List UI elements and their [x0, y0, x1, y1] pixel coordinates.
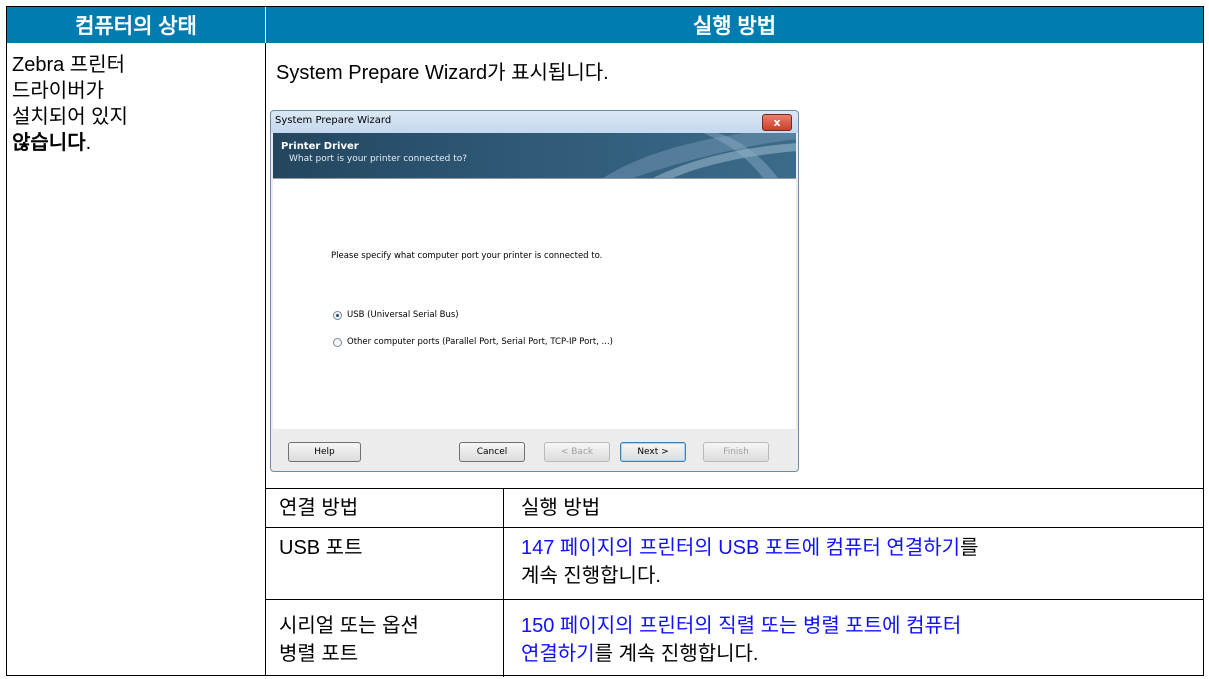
next-button[interactable]: Next > [620, 442, 686, 462]
inner-row-divider [265, 527, 1204, 528]
radio-unselected-icon[interactable] [333, 337, 342, 347]
header-action: 실행 방법 [266, 7, 1203, 43]
inner-row-divider [265, 599, 1204, 600]
help-button[interactable]: Help [288, 442, 361, 462]
inner-header-action: 실행 방법 [521, 497, 601, 519]
computer-status-cell: Zebra 프린터 드라이버가 설치되어 있지 않습니다. [12, 52, 242, 156]
serial-parallel-link-line1[interactable]: 150 페이지의 프린터의 직렬 또는 병렬 포트에 컴퓨터 [521, 615, 961, 637]
usb-port-link-suffix: 를 [960, 537, 979, 559]
serial-parallel-method-line2: 병렬 포트 [279, 643, 359, 665]
other-ports-option[interactable]: Other computer ports (Parallel Port, Ser… [333, 337, 613, 347]
banner-title: Printer Driver [281, 141, 359, 152]
serial-parallel-method: 시리얼 또는 옵션 병렬 포트 [279, 612, 419, 668]
finish-button[interactable]: Finish [703, 442, 769, 462]
wizard-body [273, 178, 796, 429]
wizard-title: System Prepare Wizard [275, 115, 392, 126]
other-ports-option-label[interactable]: Other computer ports (Parallel Port, Ser… [347, 337, 613, 347]
usb-port-option[interactable]: USB (Universal Serial Bus) [333, 310, 459, 320]
system-prepare-wizard-window: System Prepare Wizard x Printer Driver W… [270, 110, 799, 472]
inner-column-divider [503, 489, 504, 677]
wizard-intro-text: System Prepare Wizard가 표시됩니다. [276, 62, 609, 84]
connection-method-table: 연결 방법 실행 방법 USB 포트 147 페이지의 프린터의 USB 포트에… [265, 488, 1204, 677]
back-button[interactable]: < Back [544, 442, 610, 462]
status-line-4: 않습니다. [12, 130, 242, 156]
usb-port-continue: 계속 진행합니다. [521, 565, 661, 587]
wizard-title-bar[interactable]: System Prepare Wizard x [271, 111, 798, 133]
wizard-banner: Printer Driver What port is your printer… [273, 133, 796, 178]
usb-port-link[interactable]: 147 페이지의 프린터의 USB 포트에 컴퓨터 연결하기 [521, 537, 960, 559]
serial-parallel-link-line2[interactable]: 연결하기 [521, 643, 595, 665]
cancel-button[interactable]: Cancel [459, 442, 525, 462]
status-line-1: Zebra 프린터 [12, 54, 126, 76]
banner-subtitle: What port is your printer connected to? [289, 154, 468, 164]
usb-option-label[interactable]: USB (Universal Serial Bus) [347, 310, 459, 320]
serial-parallel-continue: 를 계속 진행합니다. [594, 643, 759, 665]
status-line-3: 설치되어 있지 [12, 106, 128, 128]
header-computer-status: 컴퓨터의 상태 [7, 7, 266, 43]
wizard-prompt: Please specify what computer port your p… [331, 251, 603, 261]
inner-header-method: 연결 방법 [279, 497, 359, 519]
close-icon[interactable]: x [762, 114, 792, 131]
status-period: . [85, 132, 92, 154]
serial-parallel-method-line1: 시리얼 또는 옵션 [279, 615, 419, 637]
status-line-2: 드라이버가 [12, 80, 104, 102]
usb-port-method: USB 포트 [279, 537, 363, 559]
serial-parallel-action: 150 페이지의 프린터의 직렬 또는 병렬 포트에 컴퓨터 연결하기를 계속 … [521, 612, 1191, 668]
usb-port-action: 147 페이지의 프린터의 USB 포트에 컴퓨터 연결하기를 계속 진행합니다… [521, 534, 1191, 590]
status-not-emphasis: 않습니다 [12, 132, 86, 154]
radio-selected-icon[interactable] [333, 310, 342, 320]
